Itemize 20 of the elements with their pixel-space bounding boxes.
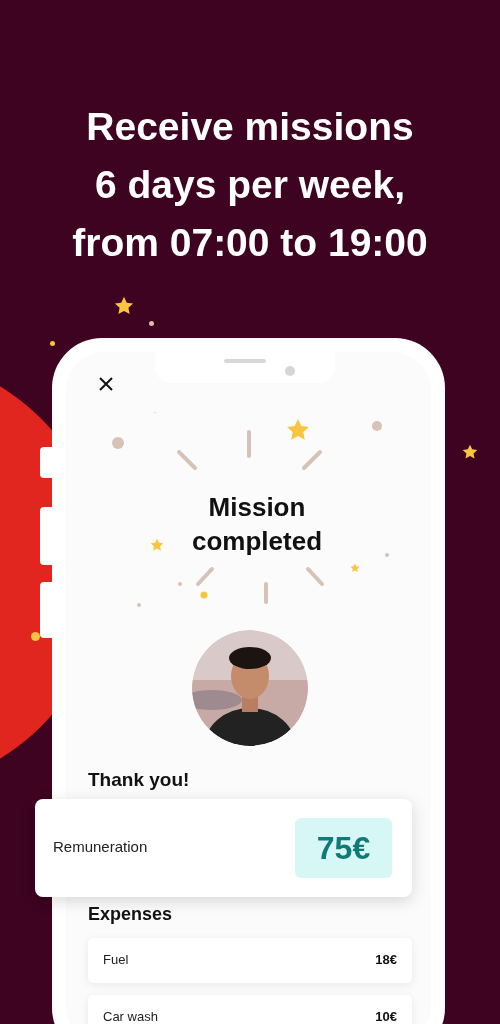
title-text: Mission — [208, 491, 306, 524]
star-icon — [350, 563, 360, 573]
headline-text: from 07:00 to 19:00 — [72, 220, 428, 266]
star-icon — [286, 418, 310, 442]
expense-amount: 10€ — [375, 1008, 397, 1024]
remuneration-label: Remuneration — [53, 837, 148, 858]
headline-text: 6 days per week, — [95, 162, 405, 208]
star-icon — [114, 296, 134, 316]
expense-label: Fuel — [103, 951, 129, 970]
amount-badge: 75€ — [295, 817, 392, 878]
star-icon — [462, 444, 478, 460]
expense-label: Car wash — [103, 1008, 158, 1024]
close-icon[interactable] — [98, 376, 114, 392]
expenses-heading: Expenses — [88, 902, 174, 926]
star-icon — [150, 538, 164, 552]
camera-icon — [285, 366, 295, 376]
title-text: completed — [192, 525, 322, 558]
expense-amount: 18€ — [375, 951, 397, 970]
headline-text: Receive missions — [86, 104, 414, 150]
thank-you-heading: Thank you! — [88, 768, 191, 792]
